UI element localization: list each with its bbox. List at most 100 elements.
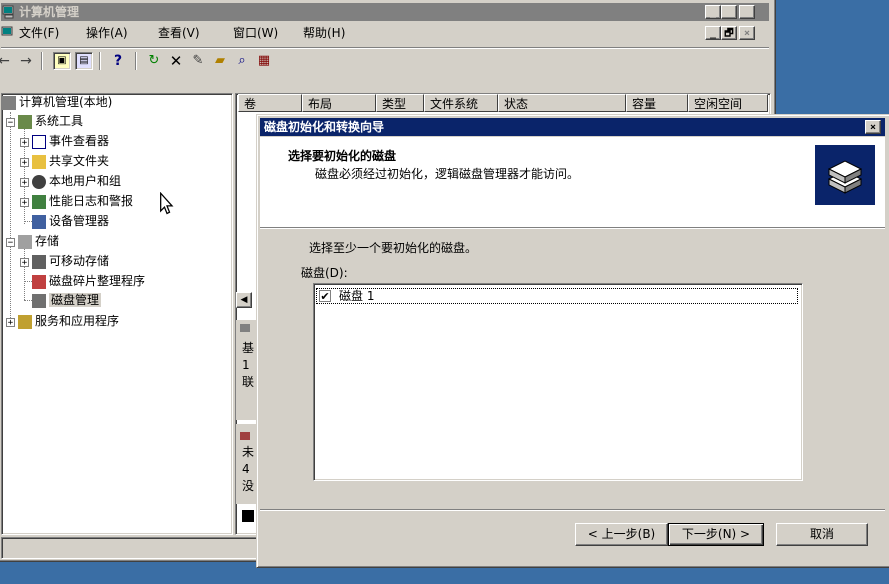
dialog-close-button[interactable]: × bbox=[865, 120, 881, 134]
defrag-icon bbox=[32, 274, 46, 289]
toolbar-separator bbox=[41, 52, 43, 70]
menu-help[interactable]: 帮助(H) bbox=[301, 23, 347, 43]
dialog-title-bar[interactable]: 磁盘初始化和转换向导 × bbox=[260, 118, 885, 136]
tree-label: 可移动存储 bbox=[49, 254, 110, 268]
disk-settings-icon[interactable]: ▦ bbox=[255, 52, 273, 70]
wizard-subheading: 磁盘必须经过初始化，逻辑磁盘管理器才能访问。 bbox=[315, 167, 580, 181]
users-icon bbox=[32, 174, 46, 189]
expand-toggle[interactable]: + bbox=[6, 318, 15, 328]
wizard-heading: 选择要初始化的磁盘 bbox=[288, 149, 397, 163]
show-hide-tree-icon[interactable]: ▤ bbox=[75, 52, 93, 70]
back-button[interactable]: < 上一步(B) bbox=[575, 523, 668, 546]
perf-logs-icon bbox=[32, 194, 46, 209]
services-icon bbox=[18, 314, 32, 329]
tree-item-system-tools[interactable]: 系统工具 bbox=[18, 112, 83, 131]
disk-error-icon bbox=[240, 432, 250, 440]
tree-item-perf-logs[interactable]: 性能日志和警报 bbox=[32, 192, 133, 211]
disk-type-text: 未 bbox=[242, 445, 255, 459]
main-title-bar[interactable]: 计算机管理 _ □ × bbox=[1, 3, 769, 21]
tree-label: 共享文件夹 bbox=[49, 154, 110, 168]
menu-window[interactable]: 窗口(W) bbox=[231, 23, 280, 43]
tree-item-storage[interactable]: 存储 bbox=[18, 232, 59, 251]
disk-0-label: 基 1 联 bbox=[236, 320, 257, 420]
forward-arrow-icon[interactable]: → bbox=[17, 52, 35, 70]
init-convert-wizard-dialog: 磁盘初始化和转换向导 × 选择要初始化的磁盘 磁盘必须经过初始化，逻辑磁盘管理器… bbox=[256, 114, 889, 568]
maximize-button[interactable]: □ bbox=[721, 5, 737, 19]
col-type[interactable]: 类型 bbox=[376, 94, 424, 112]
disk-list[interactable]: ✔ 磁盘 1 bbox=[313, 283, 803, 481]
tree-label: 本地用户和组 bbox=[49, 174, 122, 188]
mdi-restore-button[interactable]: 🗗 bbox=[721, 26, 737, 40]
help-icon[interactable]: ? bbox=[109, 52, 127, 70]
cancel-button[interactable]: 取消 bbox=[776, 523, 868, 546]
disk-list-label: 磁盘(D): bbox=[301, 266, 348, 280]
computer-icon bbox=[2, 95, 16, 110]
tree-connector bbox=[24, 244, 25, 300]
disk-management-icon bbox=[32, 293, 46, 308]
toolbar: ← → ▣ ▤ ? ↻ ✕ ✎ ▰ ⌕ ▦ bbox=[0, 47, 769, 72]
disk-size-text: 4 bbox=[242, 462, 250, 476]
col-capacity[interactable]: 容量 bbox=[626, 94, 688, 112]
header-divider bbox=[260, 228, 885, 229]
disk-1-checkbox[interactable]: ✔ bbox=[319, 290, 331, 302]
expand-toggle[interactable]: + bbox=[20, 258, 29, 268]
collapse-toggle[interactable]: − bbox=[6, 238, 15, 248]
col-filesystem[interactable]: 文件系统 bbox=[424, 94, 498, 112]
col-status[interactable]: 状态 bbox=[498, 94, 626, 112]
wizard-header: 选择要初始化的磁盘 磁盘必须经过初始化，逻辑磁盘管理器才能访问。 bbox=[260, 137, 885, 228]
expand-toggle[interactable]: + bbox=[20, 198, 29, 208]
removable-storage-icon bbox=[32, 254, 46, 269]
tree-item-event-viewer[interactable]: 事件查看器 bbox=[32, 132, 109, 151]
disk-1-label: 未 4 没 bbox=[236, 424, 257, 504]
next-button[interactable]: 下一步(N) > bbox=[668, 523, 764, 546]
tree-item-device-manager[interactable]: 设备管理器 bbox=[32, 212, 109, 231]
properties-icon[interactable]: ✎ bbox=[189, 52, 207, 70]
main-title-text: 计算机管理 bbox=[19, 5, 80, 19]
tree-item-root[interactable]: 计算机管理(本地) bbox=[2, 93, 112, 112]
tree-item-defrag[interactable]: 磁盘碎片整理程序 bbox=[32, 272, 145, 291]
menu-view[interactable]: 查看(V) bbox=[156, 23, 202, 43]
scroll-left-button[interactable]: ◀ bbox=[236, 292, 252, 308]
tree-item-services-apps[interactable]: 服务和应用程序 bbox=[18, 312, 119, 331]
tree-item-local-users[interactable]: 本地用户和组 bbox=[32, 172, 121, 191]
menu-bar: 文件(F) 操作(A) 查看(V) 窗口(W) 帮助(H) _ 🗗 × bbox=[1, 23, 769, 43]
disk-icon bbox=[240, 324, 250, 332]
mdi-minimize-button[interactable]: _ bbox=[705, 26, 721, 40]
tree-label: 计算机管理(本地) bbox=[19, 95, 113, 109]
up-folder-icon[interactable]: ▣ bbox=[53, 52, 71, 70]
footer-divider bbox=[260, 509, 885, 511]
tree-item-removable-storage[interactable]: 可移动存储 bbox=[32, 252, 109, 271]
disk-status-text: 联 bbox=[242, 375, 255, 389]
tree-item-disk-management[interactable]: 磁盘管理 bbox=[32, 291, 102, 310]
tree-label: 性能日志和警报 bbox=[49, 194, 134, 208]
open-folder-icon[interactable]: ▰ bbox=[211, 52, 229, 70]
tree-label: 磁盘管理 bbox=[49, 293, 102, 307]
mouse-cursor-icon bbox=[160, 192, 174, 215]
menu-action[interactable]: 操作(A) bbox=[84, 23, 130, 43]
disk-type-text: 基 bbox=[242, 341, 255, 355]
menu-file[interactable]: 文件(F) bbox=[17, 23, 61, 43]
col-layout[interactable]: 布局 bbox=[302, 94, 376, 112]
refresh-icon[interactable]: ↻ bbox=[145, 52, 163, 70]
mdi-close-button[interactable]: × bbox=[739, 26, 755, 40]
col-free-space[interactable]: 空闲空间 bbox=[688, 94, 768, 112]
console-tree: 计算机管理(本地) − 系统工具 + 事件查看器 + 共享文件夹 + 本地用户和… bbox=[1, 93, 233, 535]
expand-toggle[interactable]: + bbox=[20, 178, 29, 188]
close-button[interactable]: × bbox=[739, 5, 755, 19]
expand-toggle[interactable]: + bbox=[20, 158, 29, 168]
back-arrow-icon[interactable]: ← bbox=[0, 52, 13, 70]
toolbar-separator bbox=[99, 52, 101, 70]
tree-label: 存储 bbox=[35, 234, 60, 248]
tree-item-shared-folders[interactable]: 共享文件夹 bbox=[32, 152, 109, 171]
delete-icon[interactable]: ✕ bbox=[167, 52, 185, 70]
tools-icon bbox=[18, 114, 32, 129]
minimize-button[interactable]: _ bbox=[705, 5, 721, 19]
expand-toggle[interactable]: + bbox=[20, 138, 29, 148]
list-item[interactable]: ✔ 磁盘 1 bbox=[316, 288, 798, 304]
col-volume[interactable]: 卷 bbox=[238, 94, 302, 112]
storage-icon bbox=[18, 234, 32, 249]
search-icon[interactable]: ⌕ bbox=[233, 52, 251, 70]
mdi-doc-icon[interactable] bbox=[1, 26, 15, 40]
collapse-toggle[interactable]: − bbox=[6, 118, 15, 128]
legend-swatch bbox=[242, 510, 254, 522]
